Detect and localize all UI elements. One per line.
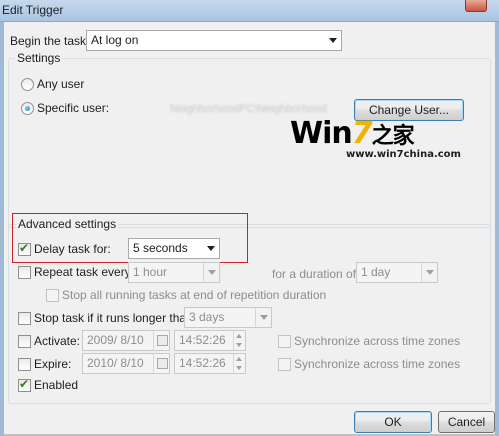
activate-time-picker[interactable]: 14:52:26 [174, 330, 246, 351]
activate-time-value: 14:52:26 [179, 333, 226, 347]
delay-task-dropdown[interactable]: 5 seconds [128, 238, 220, 259]
spinner-arrows-icon[interactable] [233, 354, 245, 373]
chevron-down-icon [207, 246, 215, 251]
sync-time-zones-expire-label: Synchronize across time zones [294, 357, 461, 371]
stop-task-longer-checkbox[interactable] [18, 312, 31, 325]
any-user-label: Any user [37, 77, 85, 91]
calendar-icon[interactable] [153, 331, 169, 350]
calendar-icon[interactable] [153, 354, 169, 373]
stop-task-longer-dropdown[interactable]: 3 days [184, 307, 272, 328]
chevron-down-icon [329, 38, 337, 43]
watermark-logo: Win7之家 www.win7china.com [290, 116, 461, 160]
repeat-task-label: Repeat task every: [34, 265, 135, 279]
specific-user-value: NeighborhoodPC\Neighborhood [170, 103, 327, 115]
dialog-client: Begin the task: At log on Settings Any u… [4, 22, 495, 436]
duration-value: 1 day [361, 265, 391, 279]
specific-user-radio[interactable] [21, 102, 34, 115]
enabled-label: Enabled [34, 378, 79, 392]
chevron-down-icon [208, 270, 216, 275]
expire-date-picker[interactable]: 2010/ 8/10 [82, 353, 170, 374]
stop-task-longer-value: 3 days [189, 310, 225, 324]
change-user-label: Change User... [368, 103, 450, 117]
expire-checkbox[interactable] [18, 358, 31, 371]
stop-running-tasks-label: Stop all running tasks at end of repetit… [62, 288, 327, 302]
duration-label: for a duration of: [272, 267, 360, 281]
close-button[interactable] [465, 0, 487, 12]
delay-task-value: 5 seconds [133, 241, 188, 255]
spinner-arrows-icon[interactable] [233, 331, 245, 350]
activate-date-picker[interactable]: 2009/ 8/10 [82, 330, 170, 351]
stop-running-tasks-checkbox[interactable] [46, 289, 59, 302]
settings-group-title: Settings [15, 51, 63, 65]
expire-label: Expire: [34, 357, 72, 371]
repeat-interval-value: 1 hour [133, 265, 168, 279]
sync-time-zones-expire-checkbox[interactable] [278, 358, 291, 371]
cancel-button[interactable]: Cancel [438, 411, 495, 433]
ok-button-label: OK [384, 415, 402, 429]
sync-time-zones-activate-label: Synchronize across time zones [294, 334, 461, 348]
stop-task-longer-label: Stop task if it runs longer than: [34, 311, 197, 325]
delay-task-label: Delay task for: [34, 242, 111, 256]
watermark-logo-text: Win7之家 [290, 116, 415, 151]
activate-label: Activate: [34, 334, 81, 348]
delay-task-checkbox[interactable] [18, 241, 31, 256]
watermark-url: www.win7china.com [346, 149, 461, 160]
any-user-radio[interactable] [21, 78, 34, 91]
specific-user-label: Specific user: [37, 101, 110, 115]
window-title: Edit Trigger [2, 3, 64, 17]
activate-date-value: 2009/ 8/10 [87, 333, 144, 347]
begin-task-value: At log on [91, 33, 139, 47]
cancel-button-label: Cancel [447, 415, 486, 429]
sync-time-zones-activate-checkbox[interactable] [278, 335, 291, 348]
chevron-down-icon [260, 315, 268, 320]
expire-time-picker[interactable]: 14:52:26 [174, 353, 246, 374]
expire-time-value: 14:52:26 [179, 356, 226, 370]
begin-task-label: Begin the task: [10, 34, 90, 48]
repeat-task-checkbox[interactable] [18, 266, 31, 279]
repeat-interval-dropdown[interactable]: 1 hour [128, 262, 220, 283]
expire-date-value: 2010/ 8/10 [87, 356, 144, 370]
ok-button[interactable]: OK [354, 411, 432, 433]
title-bar: Edit Trigger [0, 0, 499, 22]
activate-checkbox[interactable] [18, 335, 31, 348]
enabled-checkbox[interactable] [18, 377, 31, 392]
chevron-down-icon [426, 270, 434, 275]
duration-dropdown[interactable]: 1 day [356, 262, 438, 283]
begin-task-dropdown[interactable]: At log on [86, 30, 342, 51]
